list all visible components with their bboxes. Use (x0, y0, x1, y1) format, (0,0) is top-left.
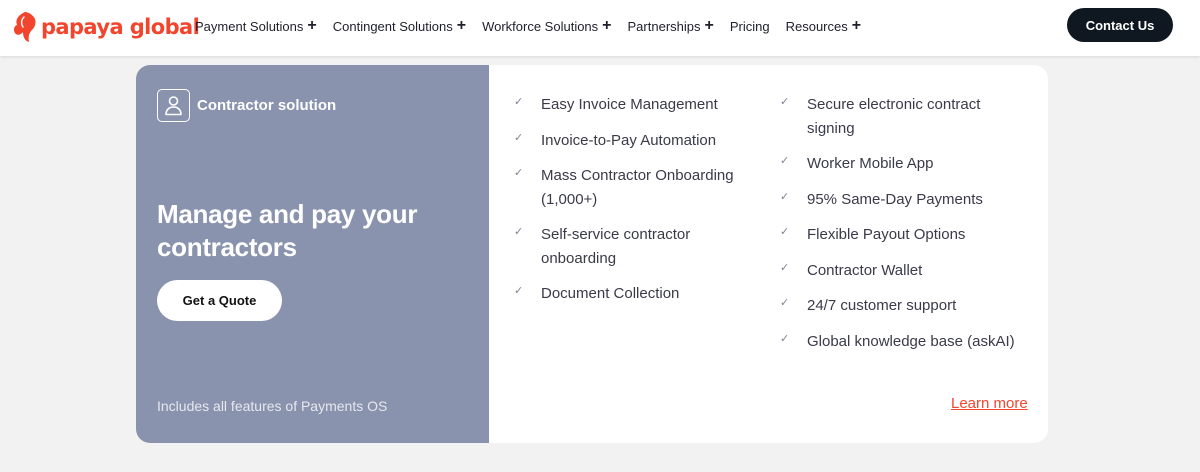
solution-label: Contractor solution (197, 97, 337, 114)
user-icon (157, 89, 190, 122)
nav-partnerships[interactable]: Partnerships + (628, 18, 714, 34)
nav-label: Contingent Solutions (332, 18, 453, 34)
get-a-quote-button[interactable]: Get a Quote (157, 280, 282, 321)
papaya-logo-icon (13, 12, 36, 42)
check-icon: ✓ (780, 155, 790, 167)
nav-label: Payment Solutions (195, 18, 304, 34)
nav-label: Resources (785, 18, 848, 34)
feature-item: ✓ Document Collection (514, 282, 754, 306)
nav-label: Workforce Solutions (482, 18, 599, 34)
check-icon: ✓ (780, 332, 790, 345)
solution-panel: Contractor solution Manage and pay your … (136, 65, 489, 443)
check-icon: ✓ (514, 226, 524, 238)
feature-label: Contractor Wallet (807, 261, 923, 279)
includes-note: Includes all features of Payments OS (157, 398, 388, 414)
feature-item: ✓ Invoice-to-Pay Automation (514, 129, 754, 153)
card-headline: Manage and pay your contractors (157, 199, 418, 262)
learn-more-link[interactable]: Learn more (951, 395, 1028, 412)
check-icon: ✓ (780, 96, 790, 108)
feature-label: Mass Contractor Onboarding (1,000+) (541, 167, 734, 208)
plus-icon: + (307, 17, 317, 34)
plus-icon: + (602, 17, 612, 34)
feature-label: Easy Invoice Management (541, 96, 718, 113)
check-icon: ✓ (780, 190, 790, 203)
feature-item: ✓ Easy Invoice Management (514, 93, 754, 117)
logo-text: papaya global (41, 15, 200, 39)
check-icon: ✓ (514, 131, 524, 144)
contact-us-button[interactable]: Contact Us (1067, 8, 1173, 42)
feature-label: Secure electronic contract signing (807, 96, 981, 137)
check-icon: ✓ (780, 226, 790, 238)
main-nav: Payment Solutions + Contingent Solutions… (195, 0, 877, 52)
feature-list-left: ✓ Easy Invoice Management ✓ Invoice-to-Pay… (514, 93, 754, 318)
feature-item: ✓ Mass Contractor Onboarding (1,000+) (514, 164, 754, 211)
nav-label: Partnerships (627, 18, 701, 34)
feature-label: Global knowledge base (askAI) (807, 332, 1015, 350)
nav-workforce-solutions[interactable]: Workforce Solutions + (482, 18, 611, 34)
feature-label: 95% Same-Day Payments (807, 190, 983, 208)
feature-item: ✓ 95% Same-Day Payments (780, 188, 1025, 212)
check-icon: ✓ (780, 261, 790, 274)
nav-resources[interactable]: Resources + (786, 18, 861, 34)
feature-label: Worker Mobile App (807, 155, 934, 172)
check-icon: ✓ (780, 297, 790, 309)
feature-item: ✓ Worker Mobile App (780, 152, 1025, 176)
site-header: papaya global Payment Solutions + Contin… (0, 0, 1200, 56)
feature-label: Self-service contractor onboarding (541, 226, 691, 267)
feature-label: Invoice-to-Pay Automation (541, 131, 717, 149)
check-icon: ✓ (514, 285, 524, 297)
feature-list-right: ✓ Secure electronic contract signing ✓ Wor… (780, 93, 1025, 365)
feature-item: ✓ Contractor Wallet (780, 259, 1025, 283)
plus-icon: + (851, 17, 862, 34)
papaya-global-logo[interactable]: papaya global (12, 10, 200, 44)
nav-contingent-solutions[interactable]: Contingent Solutions + (333, 18, 466, 34)
feature-item: ✓ Flexible Payout Options (780, 223, 1025, 247)
feature-label: Flexible Payout Options (807, 226, 966, 243)
feature-item: ✓ 24/7 customer support (780, 294, 1025, 318)
plus-icon: + (704, 17, 714, 34)
feature-item: ✓ Global knowledge base (askAI) (780, 330, 1025, 354)
feature-label: 24/7 customer support (807, 297, 957, 314)
contractor-solution-card: Contractor solution Manage and pay your … (136, 65, 1048, 443)
nav-pricing[interactable]: Pricing (730, 19, 770, 34)
feature-item: ✓ Secure electronic contract signing (780, 93, 1025, 140)
nav-payment-solutions[interactable]: Payment Solutions + (195, 18, 317, 34)
check-icon: ✓ (514, 96, 524, 108)
feature-item: ✓ Self-service contractor onboarding (514, 223, 754, 270)
check-icon: ✓ (514, 167, 524, 179)
plus-icon: + (456, 17, 467, 34)
nav-label: Pricing (729, 18, 770, 34)
feature-label: Document Collection (541, 285, 680, 302)
